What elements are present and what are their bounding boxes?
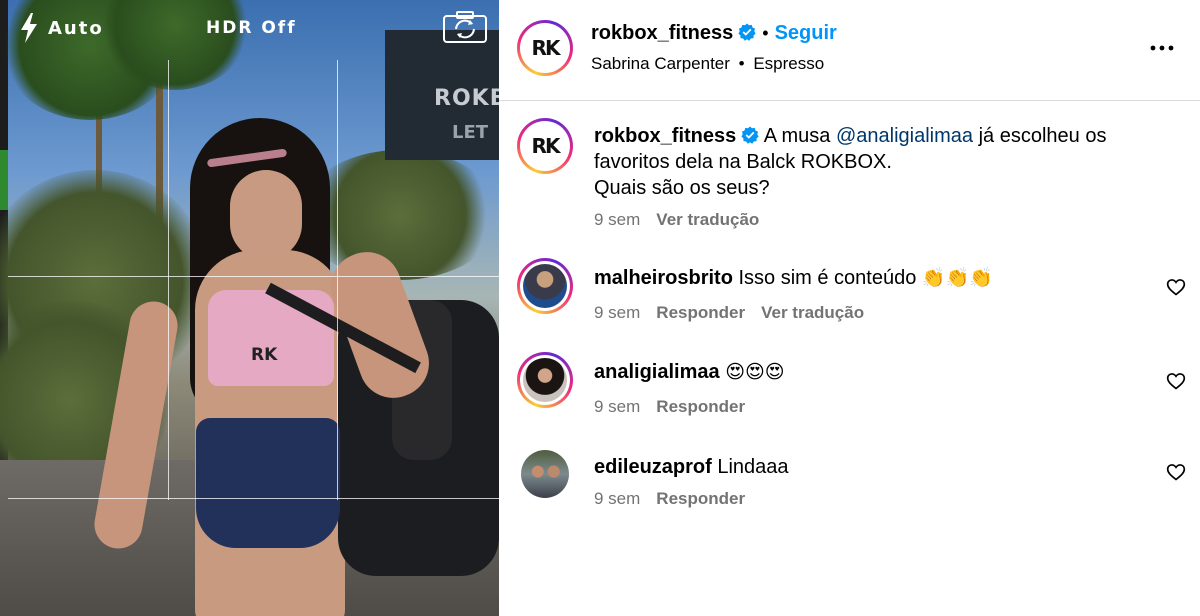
comment-body: Isso sim é conteúdo (738, 267, 917, 289)
comment-text: analigialimaa 😍😍😍 (594, 359, 1154, 385)
follow-button[interactable]: Seguir (775, 22, 837, 44)
like-heart-icon[interactable] (1166, 277, 1186, 297)
more-options-icon[interactable] (1148, 36, 1176, 60)
verified-badge-icon (741, 126, 759, 144)
rokbox-logo: RK (531, 134, 561, 158)
comment-emoji: 😍😍😍 (725, 361, 785, 383)
comment-time[interactable]: 9 sem (594, 397, 640, 416)
commenter-avatar[interactable] (517, 352, 573, 408)
comment-time[interactable]: 9 sem (594, 303, 640, 322)
comment-username[interactable]: malheirosbrito (594, 267, 733, 289)
camera-grid-line (8, 276, 499, 277)
header-separator: • (762, 23, 769, 43)
camera-grid-line (337, 60, 338, 500)
caption-body: A musa (763, 125, 836, 147)
comment-meta: 9 sem Responder Ver tradução (594, 303, 880, 323)
sports-top-logo: RK (251, 345, 278, 365)
camera-grid-line (8, 498, 499, 499)
rokbox-logo: RK (531, 36, 561, 60)
comment-meta: 9 sem Responder (594, 489, 761, 509)
comment-text: edileuzaprof Lindaaa (594, 454, 1154, 480)
post-media[interactable]: ROKB LET RK Auto HDR Off (0, 0, 499, 616)
flash-mode-label[interactable]: Auto (48, 18, 104, 39)
media-edge-accent (0, 150, 8, 210)
comment-body: Lindaaa (717, 456, 789, 478)
like-heart-icon[interactable] (1166, 371, 1186, 391)
caption-meta: 9 sem Ver tradução (594, 210, 775, 230)
commenter-avatar[interactable] (517, 258, 573, 314)
figure-face (230, 170, 302, 260)
audio-artist[interactable]: Sabrina Carpenter (591, 54, 730, 73)
caption-text: rokbox_fitness A musa @analigialimaa já … (594, 123, 1154, 201)
translate-link[interactable]: Ver tradução (656, 210, 759, 229)
comment-username[interactable]: edileuzaprof (594, 456, 712, 478)
audio-separator: • (738, 54, 745, 73)
caption-author-avatar[interactable]: RK (517, 118, 573, 174)
caption-time[interactable]: 9 sem (594, 210, 640, 229)
header-title-row: rokbox_fitness • Seguir (591, 22, 837, 45)
verified-badge-icon (738, 23, 756, 41)
caption-question: Quais são os seus? (594, 177, 770, 199)
hdr-toggle[interactable]: HDR Off (206, 18, 297, 38)
comment-meta: 9 sem Responder (594, 397, 761, 417)
caption-username[interactable]: rokbox_fitness (594, 125, 736, 147)
comment-emoji: 👏👏👏 (921, 267, 993, 289)
audio-track[interactable]: Espresso (753, 54, 824, 73)
author-avatar[interactable]: RK (517, 20, 573, 76)
reply-button[interactable]: Responder (656, 489, 745, 508)
figure-shorts (196, 418, 340, 548)
comment-time[interactable]: 9 sem (594, 489, 640, 508)
sign-text-secondary: LET (452, 122, 489, 143)
lightning-bolt-icon[interactable] (18, 12, 40, 44)
caption-mention-link[interactable]: @analigialimaa (836, 125, 973, 147)
author-username[interactable]: rokbox_fitness (591, 22, 733, 44)
like-heart-icon[interactable] (1166, 462, 1186, 482)
figure-sports-top (208, 290, 334, 386)
camera-flip-icon[interactable] (442, 10, 488, 44)
camera-grid-line (168, 60, 169, 500)
commenter-avatar[interactable] (517, 450, 569, 498)
reply-button[interactable]: Responder (656, 397, 745, 416)
sign-text: ROKB (434, 86, 499, 111)
audio-info[interactable]: Sabrina Carpenter • Espresso (591, 54, 824, 74)
post-header: RK rokbox_fitness • Seguir Sabrina Carpent… (499, 0, 1200, 101)
post-sidebar: RK rokbox_fitness • Seguir Sabrina Carpent… (499, 0, 1200, 616)
comment-text: malheirosbrito Isso sim é conteúdo 👏👏👏 (594, 265, 1154, 291)
translate-link[interactable]: Ver tradução (761, 303, 864, 322)
comment-username[interactable]: analigialimaa (594, 361, 720, 383)
reply-button[interactable]: Responder (656, 303, 745, 322)
